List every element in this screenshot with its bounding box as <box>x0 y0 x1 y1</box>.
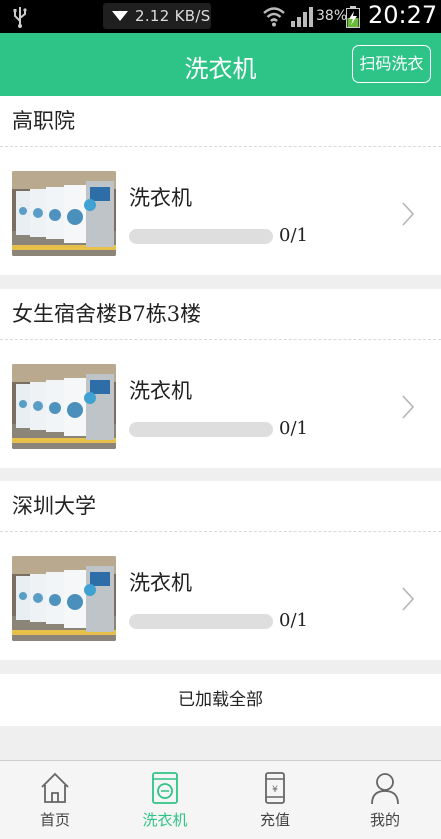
machine-name: 洗衣机 <box>129 571 192 595</box>
battery-charging-icon <box>346 6 360 28</box>
tab-label: 我的 <box>369 811 400 829</box>
usage-progress-bar <box>129 229 273 244</box>
svg-text:¥: ¥ <box>272 785 278 795</box>
machine-name: 洗衣机 <box>129 186 192 210</box>
network-speed: 2.12 KB/S <box>135 7 211 25</box>
home-icon <box>41 772 69 803</box>
usage-progress-bar <box>129 614 273 629</box>
user-icon <box>371 773 399 805</box>
tab-label: 洗衣机 <box>142 811 188 829</box>
usage-count: 0/1 <box>279 610 308 631</box>
recharge-icon: ¥ <box>265 772 285 804</box>
signal-icon <box>291 7 313 27</box>
scan-wash-button[interactable]: 扫码洗衣 <box>352 45 431 83</box>
all-loaded-label: 已加载全部 <box>0 674 441 726</box>
location-group: 女生宿舍楼B7栋3楼 洗衣机 0/1 <box>0 289 441 468</box>
washer-thumbnail <box>12 364 116 449</box>
usage-count: 0/1 <box>279 418 308 439</box>
chevron-right-icon <box>402 202 415 226</box>
machine-list-item[interactable]: 洗衣机 0/1 <box>0 532 441 660</box>
wifi-small-icon <box>112 11 128 21</box>
tab-mine[interactable]: 我的 <box>330 761 440 839</box>
status-bar: 2.12 KB/S 38% 20:27 <box>0 0 441 33</box>
clock: 20:27 <box>368 1 438 29</box>
tab-washer[interactable]: 洗衣机 <box>110 761 220 839</box>
machine-list-item[interactable]: 洗衣机 0/1 <box>0 147 441 275</box>
washer-icon <box>152 772 178 804</box>
tab-recharge[interactable]: ¥ 充值 <box>220 761 330 839</box>
location-title: 高职院 <box>0 96 441 147</box>
usage-count: 0/1 <box>279 225 308 246</box>
network-speed-indicator: 2.12 KB/S <box>103 3 211 29</box>
usage-progress-bar <box>129 422 273 437</box>
washer-thumbnail <box>12 171 116 256</box>
chevron-right-icon <box>402 395 415 419</box>
tab-home[interactable]: 首页 <box>0 761 110 839</box>
bottom-tab-bar: 首页 洗衣机 ¥ 充值 我的 <box>0 760 441 839</box>
location-title: 女生宿舍楼B7栋3楼 <box>0 289 441 340</box>
app-header: 洗衣机 扫码洗衣 <box>0 33 441 96</box>
battery-percent: 38% <box>316 8 348 24</box>
location-group: 深圳大学 洗衣机 0/1 <box>0 481 441 660</box>
tab-label: 充值 <box>259 811 290 829</box>
machine-list-item[interactable]: 洗衣机 0/1 <box>0 340 441 468</box>
location-group: 高职院 洗衣机 0/1 <box>0 96 441 275</box>
usb-icon <box>13 7 27 28</box>
washer-thumbnail <box>12 556 116 641</box>
chevron-right-icon <box>402 587 415 611</box>
machine-name: 洗衣机 <box>129 379 192 403</box>
location-title: 深圳大学 <box>0 481 441 532</box>
tab-label: 首页 <box>39 811 70 829</box>
wifi-icon <box>263 7 285 27</box>
